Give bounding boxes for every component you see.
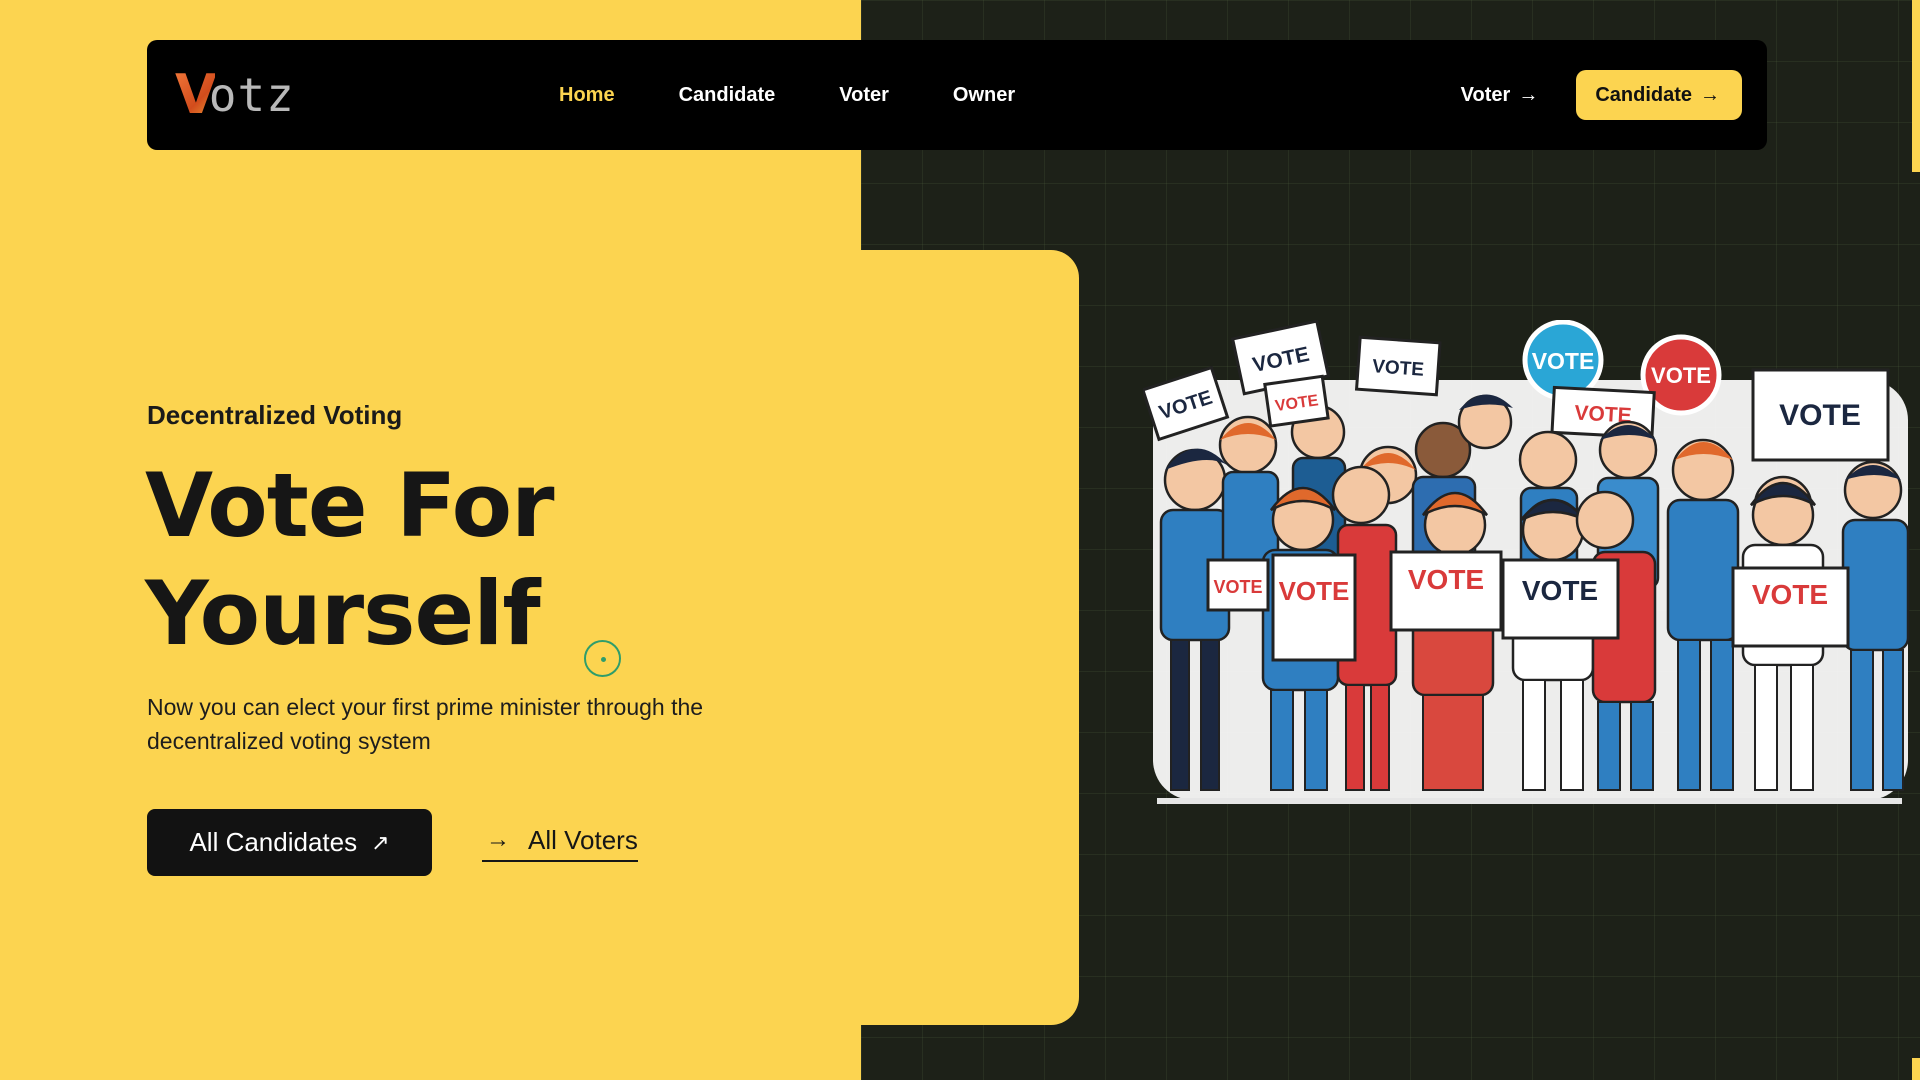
trending-up-icon: ↗ bbox=[371, 829, 390, 855]
all-voters-link[interactable]: → All Voters bbox=[482, 822, 638, 862]
headline-line-1: Vote For bbox=[145, 454, 555, 557]
voter-link[interactable]: Voter → bbox=[1461, 84, 1539, 107]
arrow-right-icon: → bbox=[486, 826, 510, 853]
vote-sign-text: VOTE bbox=[1779, 399, 1861, 432]
nav-actions: Voter → Candidate → bbox=[1461, 40, 1742, 150]
nav-candidate[interactable]: Candidate bbox=[679, 84, 776, 107]
vote-sign-text: VOTE bbox=[1408, 564, 1484, 595]
nav-home[interactable]: Home bbox=[559, 84, 615, 107]
arrow-right-icon: → bbox=[1700, 83, 1720, 106]
hero-headline: Vote For Yourself bbox=[145, 452, 845, 668]
headline-line-2: Yourself bbox=[145, 562, 541, 665]
candidate-button[interactable]: Candidate → bbox=[1576, 70, 1742, 120]
vote-sign-text: VOTE bbox=[1279, 576, 1350, 606]
nav-voter[interactable]: Voter bbox=[839, 84, 889, 107]
edge-accent-bar bbox=[1912, 1058, 1920, 1080]
all-voters-label: All Voters bbox=[528, 824, 638, 855]
nav-links: Home Candidate Voter Owner bbox=[559, 40, 1079, 150]
vote-sign-text: VOTE bbox=[1213, 577, 1262, 597]
logo[interactable]: V otz bbox=[175, 68, 295, 122]
logo-text: otz bbox=[208, 68, 295, 122]
hero-eyebrow: Decentralized Voting bbox=[147, 400, 403, 430]
vote-sign-text: VOTE bbox=[1372, 356, 1425, 381]
vote-sign-text: VOTE bbox=[1752, 579, 1828, 610]
vote-badge-text: VOTE bbox=[1532, 348, 1595, 374]
vote-badge-text: VOTE bbox=[1651, 363, 1711, 388]
vote-sign-text: VOTE bbox=[1522, 575, 1598, 606]
voter-link-label: Voter bbox=[1460, 83, 1511, 106]
edge-accent-bar bbox=[1912, 0, 1920, 172]
voters-crowd-illustration: VOTE VOTE VOTE VOTE VOTE VOTE VOTE VOTE … bbox=[1143, 320, 1910, 804]
nav-owner[interactable]: Owner bbox=[953, 84, 1015, 107]
all-candidates-label: All Candidates bbox=[189, 827, 358, 857]
vote-sign bbox=[1271, 553, 1357, 662]
navbar: V otz Home Candidate Voter Owner Voter →… bbox=[147, 40, 1767, 150]
candidate-button-label: Candidate bbox=[1595, 83, 1692, 106]
all-candidates-button[interactable]: All Candidates ↗ bbox=[147, 809, 432, 876]
cursor-dot bbox=[601, 657, 606, 662]
hero-subtext: Now you can elect your first prime minis… bbox=[147, 694, 704, 754]
cursor-indicator bbox=[584, 640, 621, 677]
arrow-right-icon: → bbox=[1518, 83, 1539, 106]
